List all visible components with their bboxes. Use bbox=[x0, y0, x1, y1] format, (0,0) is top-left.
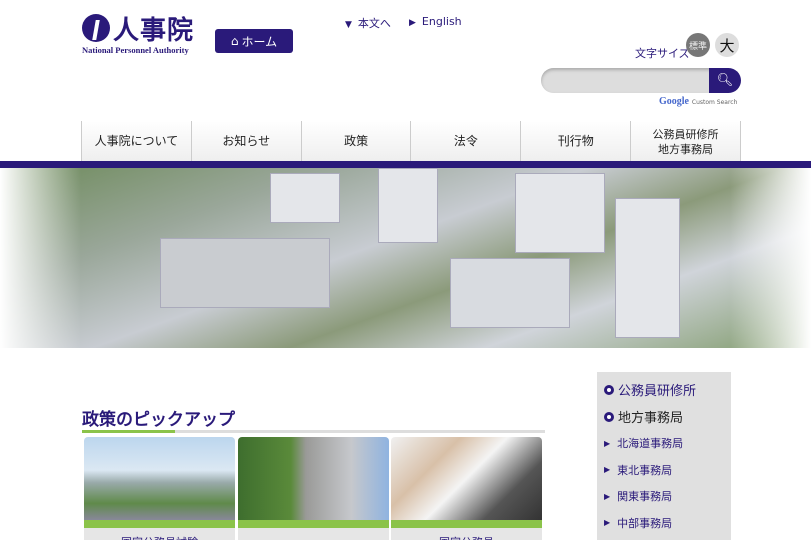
nav-about[interactable]: 人事院について bbox=[81, 121, 191, 165]
nav-law[interactable]: 法令 bbox=[410, 121, 521, 165]
card-image bbox=[84, 437, 235, 520]
card-label: 国家公務員 bbox=[391, 528, 542, 540]
logo-subtitle: National Personnel Authority bbox=[82, 45, 189, 55]
building bbox=[515, 173, 605, 253]
hero-image bbox=[0, 168, 811, 348]
logo-text: 人事院 bbox=[113, 16, 195, 46]
english-link[interactable]: ▶ English bbox=[409, 15, 462, 28]
sidebar-heading-label: 公務員研修所 bbox=[618, 384, 697, 399]
nav-publications[interactable]: 刊行物 bbox=[520, 121, 631, 165]
sidebar-item-label: 東北事務局 bbox=[617, 463, 673, 477]
nav-bar bbox=[0, 161, 811, 168]
skip-link-label: 本文へ bbox=[357, 17, 391, 30]
skip-to-content-link[interactable]: ▼ 本文へ bbox=[345, 15, 391, 31]
pickup-card[interactable]: 国家公務員 bbox=[391, 437, 542, 540]
triangle-down-icon: ▼ bbox=[345, 20, 352, 30]
building bbox=[378, 168, 438, 243]
triangle-right-icon: ▶ bbox=[604, 491, 611, 501]
sidebar-item-label: 関東事務局 bbox=[617, 490, 673, 504]
building bbox=[615, 198, 680, 338]
triangle-right-icon: ▶ bbox=[409, 18, 416, 28]
home-button[interactable]: ⌂ ホーム bbox=[215, 29, 293, 53]
english-link-label: English bbox=[421, 15, 462, 28]
logo-mark-icon bbox=[82, 14, 110, 42]
search-button[interactable]: 🔍︎ bbox=[709, 68, 741, 93]
custom-search-label: Custom Search bbox=[691, 99, 738, 106]
sidebar-item-tohoku[interactable]: ▶ 東北事務局 bbox=[604, 457, 731, 484]
triangle-right-icon: ▶ bbox=[604, 438, 611, 448]
search-box: 🔍︎ bbox=[541, 68, 741, 93]
section-underline bbox=[82, 430, 545, 433]
sidebar-item-chubu[interactable]: ▶ 中部事務局 bbox=[604, 510, 731, 537]
building bbox=[450, 258, 570, 328]
sidebar-item-label: 中部事務局 bbox=[617, 516, 673, 530]
card-image bbox=[391, 437, 542, 520]
sidebar-item-kanto[interactable]: ▶ 関東事務局 bbox=[604, 483, 731, 510]
google-custom-search-label: Google Custom Search bbox=[659, 96, 737, 107]
card-label bbox=[238, 528, 389, 540]
main-nav: 人事院について お知らせ 政策 法令 刊行物 公務員研修所 地方事務局 bbox=[81, 121, 741, 165]
sidebar-item-hokkaido[interactable]: ▶ 北海道事務局 bbox=[604, 430, 731, 457]
logo[interactable]: 人事院 National Personnel Authority bbox=[82, 14, 202, 55]
section-title: 政策のピックアップ bbox=[82, 410, 235, 430]
circle-bullet-icon bbox=[604, 411, 614, 422]
search-input[interactable] bbox=[541, 68, 713, 93]
triangle-right-icon: ▶ bbox=[604, 518, 611, 528]
sidebar-heading-institute[interactable]: 公務員研修所 bbox=[604, 376, 731, 403]
sidebar-item-label: 北海道事務局 bbox=[617, 437, 684, 451]
sidebar-heading-regional[interactable]: 地方事務局 bbox=[604, 403, 731, 430]
home-label: ホーム bbox=[241, 34, 278, 49]
pickup-card[interactable] bbox=[238, 437, 389, 540]
font-size-label: 文字サイズ bbox=[635, 47, 690, 60]
nav-news[interactable]: お知らせ bbox=[190, 121, 301, 165]
sidebar-heading-label: 地方事務局 bbox=[618, 411, 684, 426]
search-icon: 🔍︎ bbox=[716, 73, 734, 88]
card-image bbox=[238, 437, 389, 520]
building bbox=[160, 238, 330, 308]
pickup-card[interactable]: 国家公務員試験 bbox=[84, 437, 235, 540]
font-size-standard-button[interactable]: 標準 bbox=[686, 33, 710, 57]
home-icon: ⌂ bbox=[230, 34, 239, 48]
triangle-right-icon: ▶ bbox=[604, 465, 611, 475]
building bbox=[270, 173, 340, 223]
google-label: Google bbox=[659, 96, 689, 107]
nav-policy[interactable]: 政策 bbox=[300, 121, 411, 165]
circle-bullet-icon bbox=[604, 384, 614, 395]
nav-institute-regional[interactable]: 公務員研修所 地方事務局 bbox=[630, 121, 741, 165]
sidebar: 公務員研修所 地方事務局 ▶ 北海道事務局 ▶ 東北事務局 ▶ 関東事務局 ▶ 中部事務… bbox=[597, 372, 731, 540]
card-label: 国家公務員試験 bbox=[84, 528, 235, 540]
font-size-large-button[interactable]: 大 bbox=[715, 33, 739, 57]
